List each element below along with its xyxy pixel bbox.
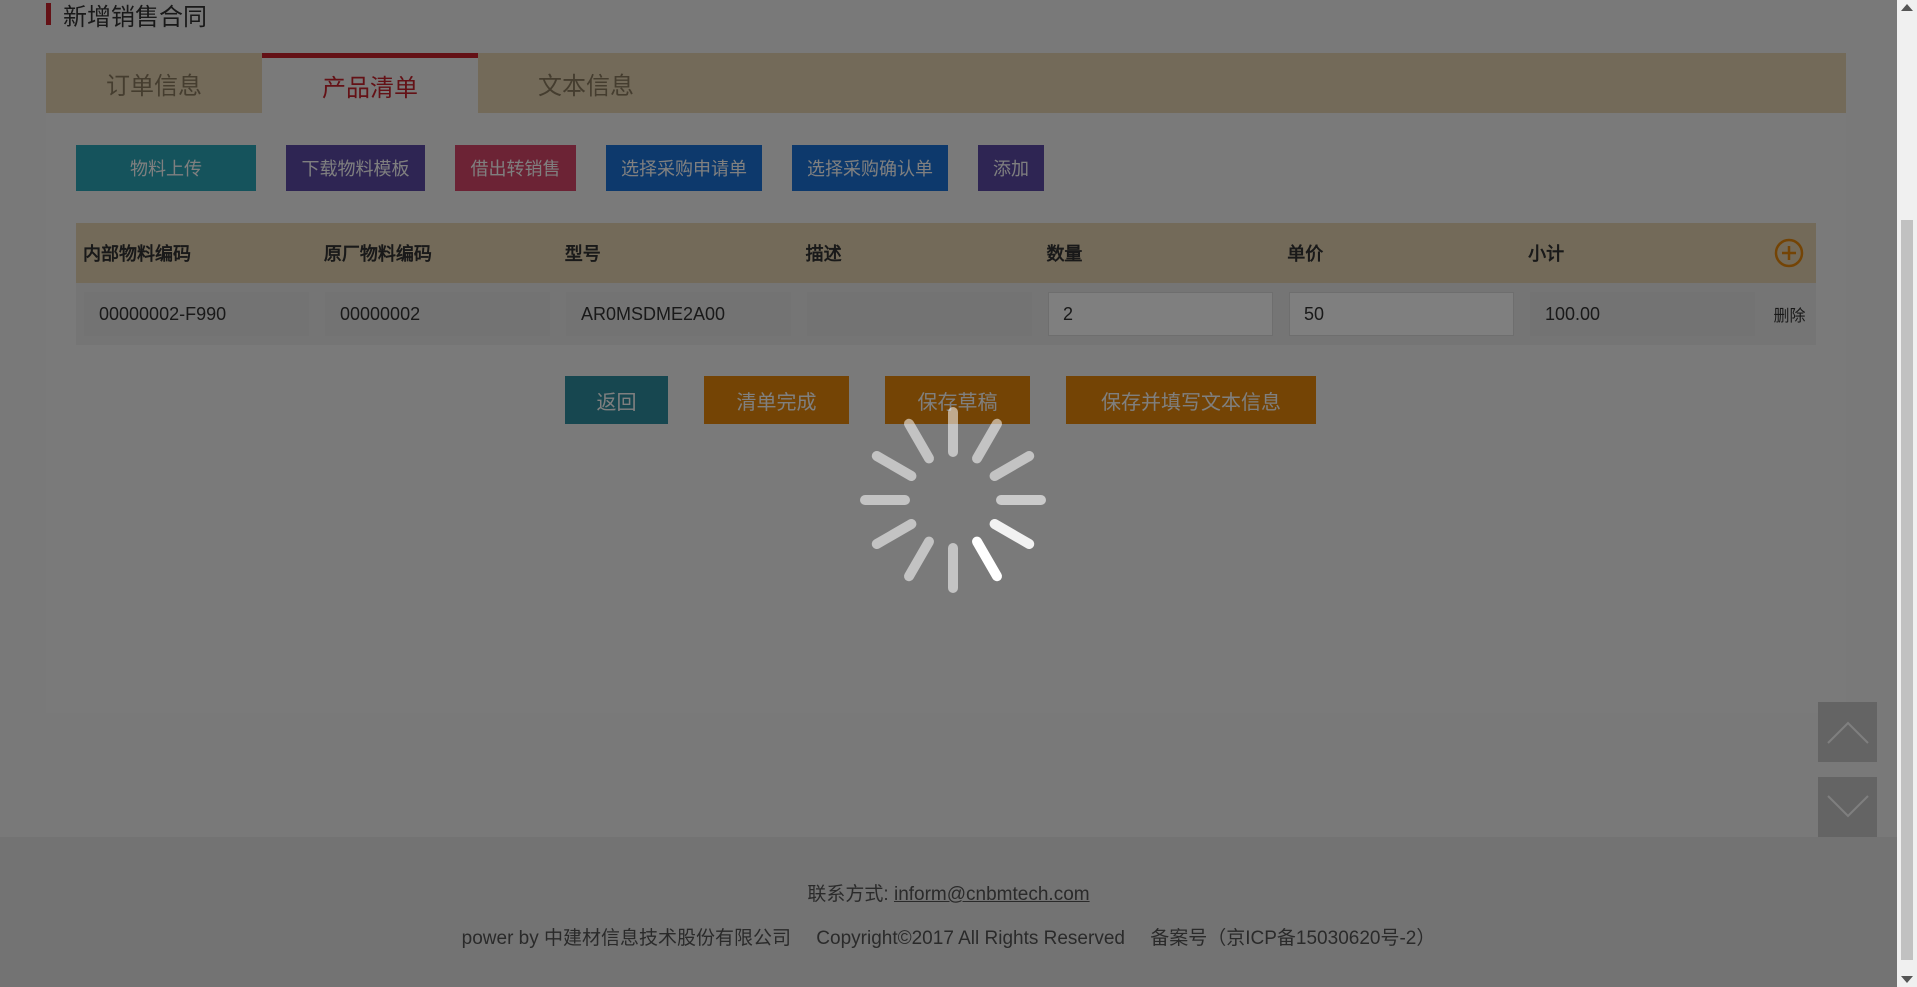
loading-overlay [0, 0, 1897, 987]
scroll-down-arrow-icon[interactable] [1901, 976, 1913, 983]
vertical-scrollbar[interactable] [1897, 0, 1917, 987]
scrollbar-thumb[interactable] [1901, 220, 1913, 960]
scroll-up-arrow-icon[interactable] [1901, 4, 1913, 11]
loading-spinner-icon [860, 407, 1046, 593]
